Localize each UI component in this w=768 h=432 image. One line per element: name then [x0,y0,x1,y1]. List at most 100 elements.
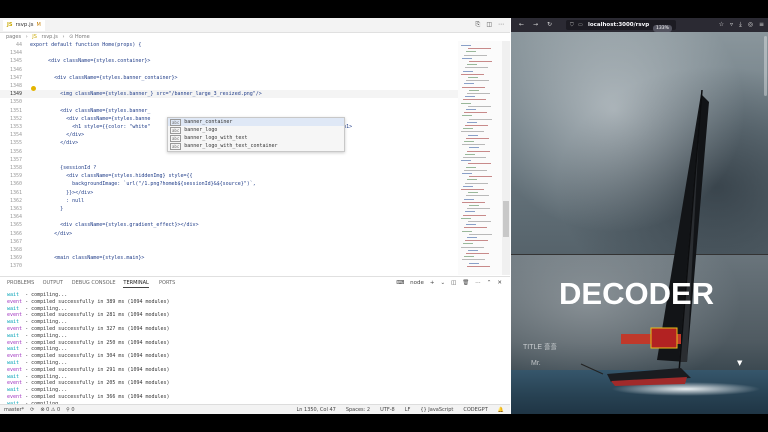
page-scrollbar-thumb[interactable] [764,36,767,96]
reload-icon[interactable]: ↻ [547,21,552,29]
more-actions-icon[interactable]: ⋯ [498,20,504,30]
codegpt-extension[interactable]: CODEGPT [463,405,487,414]
code-line[interactable]: 1346 [0,66,458,74]
more-icon[interactable]: ⋯ [475,279,481,287]
shell-name[interactable]: node [410,279,424,287]
download-icon[interactable]: ⤓ [739,21,742,29]
code-line[interactable]: 1359 <div className={styles.hiddenImg} s… [0,172,458,180]
breadcrumb-segment[interactable]: rsvp.js [42,34,58,40]
minimap-line [466,166,476,168]
code-line[interactable]: 1365 <div className={styles.gradient_eff… [0,221,458,229]
trash-icon[interactable]: 🗑 [462,279,469,287]
panel-tab[interactable]: DEBUG CONSOLE [72,280,116,286]
terminal-output[interactable]: wait - compiling... event - compiled succ… [0,289,510,414]
terminal-line: wait - compiling... [7,374,67,381]
code-line[interactable]: 1360 backgroundImage: `url("/1.png?homeb… [0,180,458,188]
log-level: event [7,326,23,332]
code-line[interactable]: 1368 [0,246,458,254]
breadcrumb-js-icon: JS [32,34,37,40]
split-editor-icon[interactable]: ◫ [486,20,492,30]
minimap-line [461,160,471,162]
split-terminal-icon[interactable]: ◫ [451,279,456,287]
terminal-line: wait - compiling... [7,333,67,340]
account-icon[interactable]: ◎ [748,21,753,29]
zoom-level[interactable]: 133% [653,25,672,32]
add-terminal-icon[interactable]: + [430,279,435,287]
code-line[interactable]: 1370 [0,262,458,270]
suggestion-item[interactable]: abc banner_container [168,118,344,126]
menu-icon[interactable]: ≡ [759,21,764,29]
scrollbar-thumb[interactable] [503,201,509,237]
compare-icon[interactable]: ⎘ [476,20,481,30]
line-number: 1363 [9,206,22,212]
line-number: 1346 [9,66,22,73]
encoding[interactable]: UTF-8 [380,405,395,414]
breadcrumb-segment[interactable]: ⊙ Home [69,34,90,40]
name-select[interactable]: Mr. [531,360,541,367]
code-line[interactable]: 1364 [0,213,458,221]
suggestion-item[interactable]: abc banner_logo_with_text_container [168,142,344,150]
line-number: 1367 [9,238,22,245]
pocket-icon[interactable]: ▿ [730,21,733,29]
minimap-line [468,134,478,136]
panel-tab[interactable]: OUTPUT [43,280,63,286]
page-scrollbar[interactable] [763,32,768,414]
code-line[interactable]: 1350 [0,98,458,106]
chevron-down-icon[interactable]: ⌄ [440,279,445,287]
code-line[interactable]: 1369 <main className={styles.main}> [0,254,458,262]
cursor-position[interactable]: Ln 1350, Col 47 [296,405,335,414]
breadcrumb-segment[interactable]: pages [6,34,21,40]
log-message: - compiling... [19,292,68,298]
line-ending[interactable]: LF [405,405,411,414]
minimap-line [461,45,471,46]
code-line[interactable]: 44 export default function Home(props) { [0,41,458,49]
code-line[interactable]: 1347 <div className={styles.banner_conta… [0,74,458,82]
editor-scrollbar[interactable] [502,41,510,275]
bell-icon[interactable]: 🔔 [498,405,504,414]
code-line[interactable]: 1344 [0,49,458,57]
code-line[interactable]: 1363 } [0,205,458,213]
minimap-line [465,125,488,126]
close-icon[interactable]: ✕ [497,279,502,287]
code-line[interactable]: 1358 {sessionId ? [0,164,458,172]
star-icon[interactable]: ☆ [719,21,724,29]
line-number: 1355 [9,140,22,147]
sync-icon[interactable]: ⟳ [30,405,34,414]
code-line[interactable]: 1366 </div> [0,230,458,238]
tab-rsvp-js[interactable]: JS rsvp.js M [3,20,45,31]
indentation[interactable]: Spaces: 2 [346,405,370,414]
forward-icon[interactable]: → [533,21,538,29]
maximize-panel-icon[interactable]: ⌃ [487,279,492,287]
code-line[interactable]: 1362 : null [0,197,458,205]
code-line[interactable]: 1361 }}></div> [0,189,458,197]
back-icon[interactable]: ← [519,21,524,29]
panel-tab[interactable]: PORTS [159,280,175,286]
line-number: 1356 [9,148,22,155]
panel-tab[interactable]: TERMINAL [123,280,149,288]
code-area[interactable]: 44 export default function Home(props) {1… [0,41,458,275]
suggestion-item[interactable]: abc banner_logo [168,126,344,134]
page-info-icon[interactable]: ▭ [578,20,583,30]
code-line[interactable]: 1349 <img className={styles.banner_} src… [0,90,458,99]
chevron-down-icon[interactable]: ▼ [737,359,742,367]
minimap-line [463,214,486,216]
git-branch[interactable]: master* [4,405,24,414]
log-level: event [7,353,23,360]
line-number: 1345 [9,58,22,65]
suggestion-item[interactable]: abc banner_logo_with_text [168,134,344,142]
code-line[interactable]: 1351 <div className={styles.banner_ [0,107,458,115]
minimap[interactable] [458,41,502,275]
code-line[interactable]: 1345 <div className={styles.container}> [0,57,458,65]
code-line[interactable]: 1348 [0,82,458,90]
panel-tab[interactable]: PROBLEMS [7,280,34,286]
code-line[interactable]: 1367 [0,238,458,246]
problems-count[interactable]: ⊗ 0 ⚠ 0 [40,405,60,414]
ports-count[interactable]: ⚲ 0 [66,405,74,414]
minimap-line [463,243,473,245]
log-message: - compiled successfully in 291 ms (1094 … [22,366,170,373]
language-mode[interactable]: {} JavaScript [420,405,453,414]
shield-icon[interactable]: ⛉ [570,20,574,30]
lightbulb-icon[interactable] [31,86,36,91]
line-number: 1357 [9,156,22,163]
code-line[interactable]: 1357 [0,156,458,164]
